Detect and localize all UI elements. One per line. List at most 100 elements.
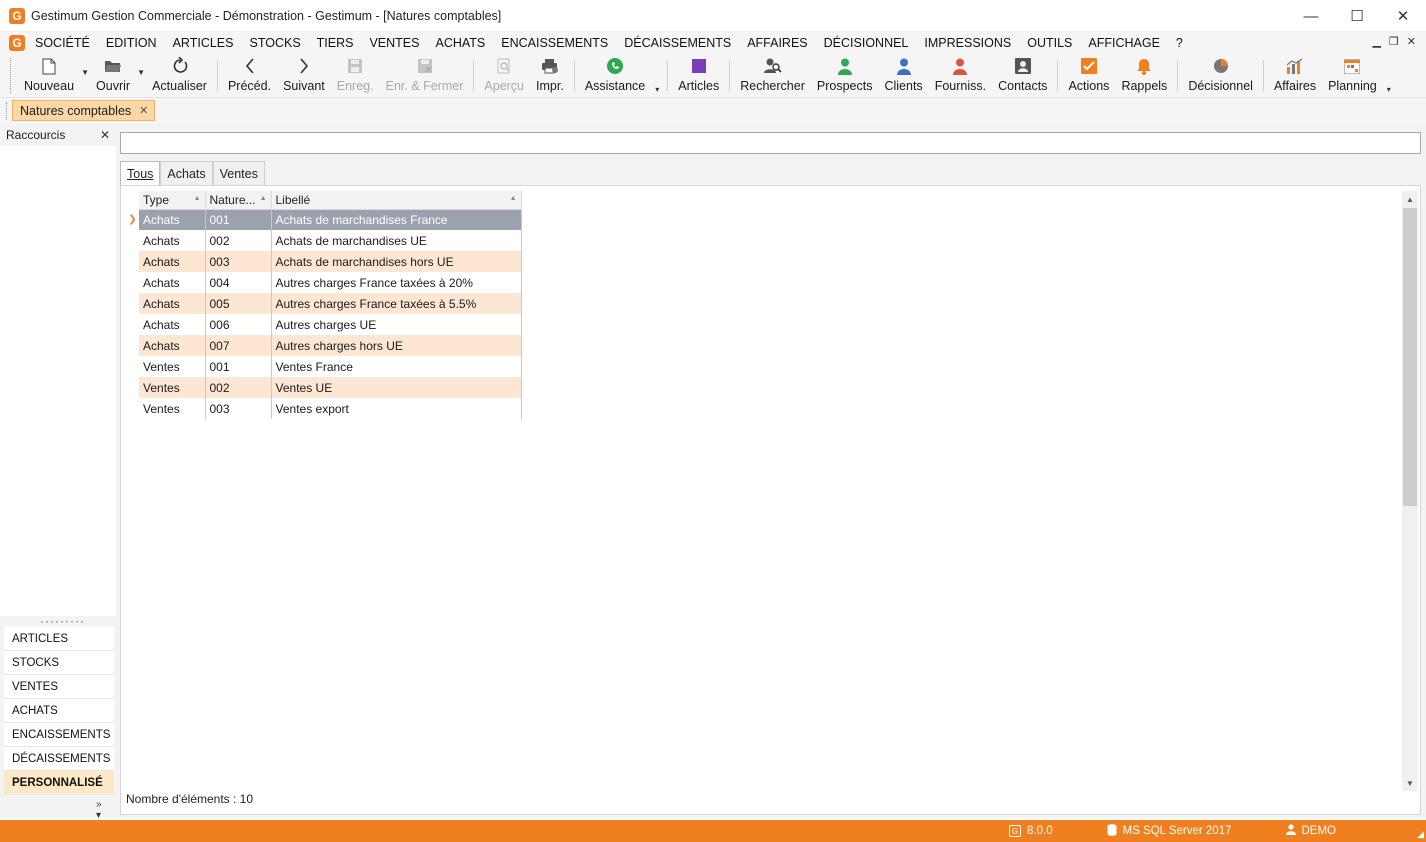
- precedent-button[interactable]: Précéd.: [222, 54, 277, 97]
- table-row[interactable]: Achats 007 Autres charges hors UE: [126, 335, 522, 356]
- table-row[interactable]: Ventes 001 Ventes France: [126, 356, 522, 377]
- menu-articles[interactable]: ARTICLES: [165, 36, 242, 50]
- minimize-button[interactable]: —: [1288, 0, 1334, 32]
- cell-libelle[interactable]: Ventes France: [271, 356, 522, 377]
- menu-outils[interactable]: OUTILS: [1019, 36, 1080, 50]
- rechercher-button[interactable]: Rechercher: [734, 54, 811, 97]
- scroll-down-icon[interactable]: ▼: [1402, 775, 1418, 791]
- decisionnel-button[interactable]: Décisionnel: [1182, 54, 1259, 97]
- planning-button[interactable]: Planning: [1322, 54, 1383, 97]
- assistance-button[interactable]: Assistance: [579, 54, 651, 97]
- search-input[interactable]: [120, 132, 1421, 154]
- more-groups-icon[interactable]: » ▾: [96, 799, 102, 821]
- actions-button[interactable]: Actions: [1062, 54, 1115, 97]
- menu-affichage[interactable]: AFFICHAGE: [1080, 36, 1168, 50]
- enregistrer-fermer-button[interactable]: Enr. & Fermer: [380, 54, 470, 97]
- toolbar-overflow-icon[interactable]: ▾: [651, 54, 663, 97]
- menu-societe[interactable]: SOCIÉTÉ: [31, 36, 98, 50]
- menu-ventes[interactable]: VENTES: [361, 36, 427, 50]
- table-row[interactable]: Ventes 002 Ventes UE: [126, 377, 522, 398]
- cell-type[interactable]: Achats: [139, 230, 206, 251]
- shortcut-group-articles[interactable]: ARTICLES: [4, 627, 114, 651]
- enregistrer-button[interactable]: Enreg.: [331, 54, 380, 97]
- affaires-button[interactable]: Affaires: [1268, 54, 1322, 97]
- toolbar-overflow-icon[interactable]: ▾: [1383, 54, 1395, 97]
- app-menu-logo-icon[interactable]: G: [9, 35, 25, 51]
- cell-libelle[interactable]: Autres charges UE: [271, 314, 522, 335]
- splitter-grip[interactable]: ·········: [40, 614, 85, 628]
- menu-encaissements[interactable]: ENCAISSEMENTS: [493, 36, 616, 50]
- prospects-button[interactable]: Prospects: [811, 54, 879, 97]
- cell-libelle[interactable]: Achats de marchandises France: [271, 209, 522, 230]
- clients-button[interactable]: Clients: [878, 54, 928, 97]
- resize-grip-icon[interactable]: ◢: [1417, 829, 1424, 840]
- menu-decisionnel[interactable]: DÉCISIONNEL: [816, 36, 917, 50]
- menu-achats[interactable]: ACHATS: [427, 36, 493, 50]
- scroll-up-icon[interactable]: ▲: [1402, 191, 1418, 207]
- cell-type[interactable]: Achats: [139, 251, 206, 272]
- scroll-thumb[interactable]: [1403, 208, 1417, 506]
- contacts-button[interactable]: Contacts: [992, 54, 1053, 97]
- cell-type[interactable]: Ventes: [139, 377, 206, 398]
- shortcut-group-personnalise[interactable]: PERSONNALISÉ: [4, 771, 114, 795]
- cell-type[interactable]: Achats: [139, 293, 206, 314]
- cell-type[interactable]: Achats: [139, 314, 206, 335]
- cell-libelle[interactable]: Achats de marchandises hors UE: [271, 251, 522, 272]
- articles-button[interactable]: Articles: [672, 54, 725, 97]
- rappels-button[interactable]: Rappels: [1115, 54, 1173, 97]
- table-row[interactable]: Achats 002 Achats de marchandises UE: [126, 230, 522, 251]
- table-row[interactable]: Achats 006 Autres charges UE: [126, 314, 522, 335]
- menu-impressions[interactable]: IMPRESSIONS: [916, 36, 1019, 50]
- close-panel-icon[interactable]: ✕: [100, 128, 110, 142]
- ouvrir-dropdown-icon[interactable]: ▼: [136, 54, 146, 97]
- actualiser-button[interactable]: Actualiser: [146, 54, 213, 97]
- cell-libelle[interactable]: Autres charges France taxées à 5.5%: [271, 293, 522, 314]
- menu-affaires[interactable]: AFFAIRES: [739, 36, 815, 50]
- maximize-button[interactable]: ☐: [1334, 0, 1380, 32]
- document-tab-natures-comptables[interactable]: Natures comptables ✕: [12, 100, 156, 121]
- cell-nature[interactable]: 007: [205, 335, 272, 356]
- shortcut-group-decaissements[interactable]: DÉCAISSEMENTS: [4, 747, 114, 771]
- apercu-button[interactable]: Aperçu: [478, 54, 530, 97]
- cell-nature[interactable]: 002: [205, 377, 272, 398]
- column-header-nature[interactable]: Nature... ▲: [205, 191, 272, 210]
- cell-nature[interactable]: 003: [205, 398, 272, 419]
- cell-nature[interactable]: 006: [205, 314, 272, 335]
- table-row[interactable]: Achats 003 Achats de marchandises hors U…: [126, 251, 522, 272]
- toolbar-grip[interactable]: [10, 58, 14, 93]
- shortcut-group-achats[interactable]: ACHATS: [4, 699, 114, 723]
- shortcut-group-ventes[interactable]: VENTES: [4, 675, 114, 699]
- tab-tous[interactable]: Tous: [120, 161, 161, 186]
- cell-nature[interactable]: 003: [205, 251, 272, 272]
- menu-tiers[interactable]: TIERS: [309, 36, 362, 50]
- mdi-minimize-icon[interactable]: ▁: [1372, 35, 1380, 48]
- close-tab-icon[interactable]: ✕: [139, 104, 148, 117]
- cell-nature[interactable]: 001: [205, 356, 272, 377]
- cell-type[interactable]: Achats: [139, 209, 206, 230]
- table-row[interactable]: Ventes 003 Ventes export: [126, 398, 522, 419]
- shortcut-group-stocks[interactable]: STOCKS: [4, 651, 114, 675]
- cell-nature[interactable]: 001: [205, 209, 272, 230]
- table-row[interactable]: ❯ Achats 001 Achats de marchandises Fran…: [126, 209, 522, 230]
- menu-stocks[interactable]: STOCKS: [241, 36, 308, 50]
- vertical-scrollbar[interactable]: ▲ ▼: [1402, 191, 1418, 791]
- cell-type[interactable]: Ventes: [139, 398, 206, 419]
- cell-type[interactable]: Achats: [139, 272, 206, 293]
- ouvrir-button[interactable]: Ouvrir: [90, 54, 136, 97]
- nouveau-dropdown-icon[interactable]: ▼: [80, 54, 90, 97]
- column-header-type[interactable]: Type ▲: [139, 191, 206, 210]
- mdi-close-icon[interactable]: ✕: [1407, 35, 1416, 48]
- imprimer-button[interactable]: Impr.: [530, 54, 570, 97]
- cell-libelle[interactable]: Autres charges France taxées à 20%: [271, 272, 522, 293]
- suivant-button[interactable]: Suivant: [277, 54, 331, 97]
- close-button[interactable]: ✕: [1380, 0, 1426, 32]
- table-row[interactable]: Achats 004 Autres charges France taxées …: [126, 272, 522, 293]
- tab-ventes[interactable]: Ventes: [212, 161, 265, 185]
- menu-help[interactable]: ?: [1168, 36, 1191, 50]
- column-header-libelle[interactable]: Libellé ▲: [271, 191, 522, 210]
- cell-nature[interactable]: 002: [205, 230, 272, 251]
- menu-edition[interactable]: EDITION: [98, 36, 165, 50]
- menu-decaissements[interactable]: DÉCAISSEMENTS: [616, 36, 739, 50]
- shortcut-group-encaissements[interactable]: ENCAISSEMENTS: [4, 723, 114, 747]
- cell-type[interactable]: Ventes: [139, 356, 206, 377]
